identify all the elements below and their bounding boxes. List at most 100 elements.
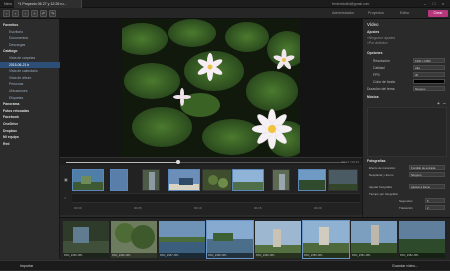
playback-scrubber[interactable]: 00:14 / 00:24 <box>60 157 362 165</box>
background-color-swatch[interactable]: #000000 <box>413 79 445 84</box>
video-preview[interactable] <box>60 19 362 157</box>
sidebar-item[interactable]: Vista de calendario <box>0 68 60 75</box>
background-color-label: Color de fondo <box>373 80 396 84</box>
timeline-clip[interactable] <box>168 169 200 191</box>
timeline-clip[interactable] <box>110 169 128 191</box>
transition-effect-label: Efecto de transición <box>369 166 396 170</box>
fit-photo-label: Ajustar fotografía <box>369 185 392 189</box>
ruler-label: 00:20 <box>314 206 322 210</box>
account-email[interactable]: frederickdkd@gmail.com <box>332 0 369 8</box>
ajustes-option[interactable]: «Ninguno» ajustes <box>367 36 395 40</box>
media-thumbnail[interactable]: DSC_2346.JPG <box>111 221 157 258</box>
folder-icon[interactable]: ▫ <box>22 10 29 17</box>
bottom-bar: Importar Guardar vídeo... <box>0 260 450 270</box>
media-thumbnail[interactable]: DSC_2351.JPG <box>351 221 397 258</box>
fps-select[interactable]: 30 <box>413 72 445 77</box>
quality-select[interactable]: Alta <box>413 65 445 70</box>
section-musica[interactable]: Música <box>367 95 379 99</box>
thumbnail-caption: DSC_2347.JPG <box>159 253 205 258</box>
sidebar-item[interactable]: Escritorio <box>0 29 60 36</box>
resolution-label: Resolución <box>373 59 390 63</box>
timeline-clip[interactable] <box>142 169 160 191</box>
seconds-label: Segundos <box>399 199 413 203</box>
pan-zoom-select[interactable]: Ninguno <box>409 172 445 177</box>
timeline-clip[interactable] <box>72 169 104 191</box>
thumbnail-caption: DSC_2352.JPG <box>399 253 445 258</box>
sidebar-item[interactable]: Personas <box>0 81 60 88</box>
timeline-clip[interactable] <box>202 169 232 191</box>
title-bar: Nero *1 Proyecto 06 27 y 12:26 ru... fre… <box>0 0 450 8</box>
ajustes-option[interactable]: «Por defecto» <box>367 41 388 45</box>
add-icon[interactable]: + <box>31 10 38 17</box>
sidebar-item[interactable]: Etiquetas <box>0 95 60 102</box>
forward-icon[interactable]: › <box>12 10 19 17</box>
timeline-clip[interactable] <box>232 169 264 191</box>
scrubber-handle[interactable] <box>176 160 180 164</box>
tab-proyectos[interactable]: Proyectos <box>366 10 386 17</box>
ruler-label: 00:10 <box>194 206 202 210</box>
sidebar-item[interactable]: Facebook <box>0 114 60 121</box>
sidebar-item[interactable]: Dropbox <box>0 128 60 135</box>
sidebar-item[interactable]: Mi equipo <box>0 134 60 141</box>
sidebar-item[interactable]: Catálogo <box>0 48 60 55</box>
ruler-label: 00:00 <box>74 206 82 210</box>
media-thumbnail-selected[interactable]: DSC_2348.JPG <box>206 220 254 259</box>
sidebar-item[interactable]: Vista de álbum <box>0 75 60 82</box>
redo-icon[interactable]: ↷ <box>49 10 56 17</box>
thumbnail-caption: DSC_2345.JPG <box>63 253 109 258</box>
sidebar: Favoritos Escritorio Documentos Descargas Ca… <box>0 19 60 259</box>
thumbnail-caption: DSC_2350.JPG <box>303 253 349 258</box>
transition-input[interactable]: 2 <box>425 205 445 210</box>
sidebar-item[interactable]: Vista de carpetas <box>0 55 60 62</box>
video-track-icon: ▣ <box>64 177 68 182</box>
timeline-clip[interactable] <box>298 169 326 191</box>
timeline-clip[interactable] <box>272 169 290 191</box>
window-tab[interactable]: *1 Proyecto 06 27 y 12:26 ru... <box>14 0 82 8</box>
media-thumbnail-selected[interactable]: DSC_2350.JPG <box>302 220 350 259</box>
create-button[interactable]: Crear <box>428 10 448 17</box>
music-track-icon: ♪ <box>64 195 66 200</box>
sidebar-item[interactable]: Fotos retocadas <box>0 108 60 115</box>
theme-duration-label: Duración del tema <box>367 87 395 91</box>
sidebar-item[interactable]: Documentos <box>0 35 60 42</box>
media-thumbnail[interactable]: DSC_2345.JPG <box>63 221 109 258</box>
tab-editor[interactable]: Editor <box>398 10 411 17</box>
section-opciones[interactable]: Opciones <box>367 51 382 55</box>
pan-zoom-label: Desplazar y Zoom <box>369 173 394 177</box>
ruler-label: 00:05 <box>134 206 142 210</box>
timeline-clip[interactable] <box>328 169 358 191</box>
thumbnail-caption: DSC_2348.JPG <box>207 253 253 258</box>
music-list[interactable] <box>367 107 447 157</box>
back-icon[interactable]: ‹ <box>3 10 10 17</box>
theme-duration-select[interactable]: Ninguno <box>413 86 445 91</box>
thumbnail-caption: DSC_2351.JPG <box>351 253 397 258</box>
sidebar-item[interactable]: Panorama <box>0 101 60 108</box>
media-thumbnail[interactable]: DSC_2349.JPG <box>255 221 301 258</box>
section-fotografias[interactable]: Fotografías <box>367 159 385 163</box>
thumbnail-caption: DSC_2346.JPG <box>111 253 157 258</box>
tab-administrador[interactable]: Administrador <box>330 10 356 17</box>
sidebar-item[interactable]: Favoritos <box>0 22 60 29</box>
media-thumbnail[interactable]: DSC_2347.JPG <box>159 221 205 258</box>
time-per-photo-label: Tiempo por fotografía <box>369 192 398 196</box>
transition-label: Transición <box>399 206 413 210</box>
section-ajustes[interactable]: Ajustes <box>367 30 379 34</box>
sidebar-item[interactable]: Descargas <box>0 42 60 49</box>
sidebar-item[interactable]: OneDrive <box>0 121 60 128</box>
minimize-icon[interactable]: – <box>422 1 428 7</box>
sidebar-item[interactable]: Red <box>0 141 60 148</box>
seconds-input[interactable]: 5 <box>425 198 445 203</box>
toolbar: ‹ › ▫ + ↶ ↷ Administrador Proyectos Edit… <box>0 8 450 19</box>
maximize-icon[interactable]: □ <box>431 1 437 7</box>
sidebar-item[interactable]: Ubicaciones <box>0 88 60 95</box>
fit-photo-select[interactable]: Ajustar a frame <box>409 184 445 189</box>
ruler-label: 00:15 <box>254 206 262 210</box>
music-track[interactable] <box>72 193 360 203</box>
transition-effect-select[interactable]: Fundido de entrada <box>409 165 445 170</box>
sidebar-item[interactable]: 2015-06-21 b <box>0 61 60 69</box>
resolution-select[interactable]: 1920 x 1080 <box>413 58 445 63</box>
undo-icon[interactable]: ↶ <box>40 10 47 17</box>
close-icon[interactable]: × <box>440 1 446 7</box>
media-thumbnail[interactable]: DSC_2352.JPG <box>399 221 445 258</box>
fps-label: FPS <box>373 73 380 77</box>
